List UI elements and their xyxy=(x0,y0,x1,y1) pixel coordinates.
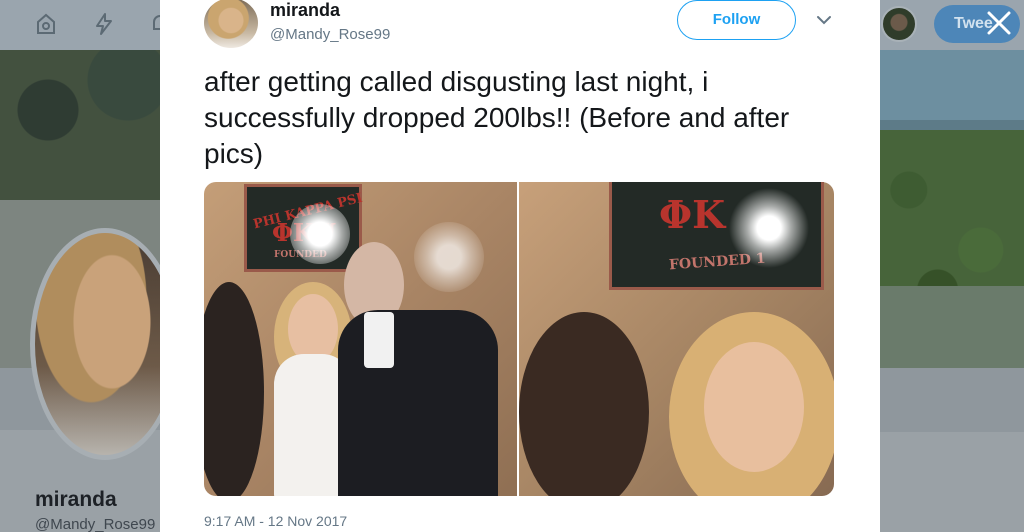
light-glare xyxy=(414,222,484,292)
light-glare xyxy=(290,204,350,264)
person-silhouette xyxy=(204,282,264,496)
tweet-timestamp[interactable]: 9:17 AM - 12 Nov 2017 xyxy=(204,513,347,529)
chevron-down-icon[interactable] xyxy=(816,12,832,28)
home-icon[interactable] xyxy=(34,12,58,36)
close-icon[interactable] xyxy=(984,8,1014,38)
background-profile-name: miranda xyxy=(35,488,117,511)
shirt xyxy=(364,312,394,368)
fence-decoration xyxy=(880,286,1024,368)
follow-button[interactable]: Follow xyxy=(677,0,796,40)
light-glare xyxy=(729,188,809,268)
background-profile-handle: @Mandy_Rose99 xyxy=(35,516,156,532)
trees-decoration xyxy=(0,50,160,200)
person-face xyxy=(704,342,804,472)
person-silhouette xyxy=(519,312,649,496)
account-avatar[interactable] xyxy=(881,6,917,42)
sign-text-line1: ΦΚ xyxy=(659,192,726,237)
tweet-modal: miranda @Mandy_Rose99 Follow after getti… xyxy=(160,0,880,532)
tweet-media: PHI KAPPA PSI ΦΚΨ FOUNDED ΦΚ FOUNDED 1 xyxy=(204,182,834,496)
author-screen-name[interactable]: @Mandy_Rose99 xyxy=(270,26,390,43)
background-profile-avatar xyxy=(30,228,180,460)
person-suit xyxy=(338,310,498,496)
lightning-icon[interactable] xyxy=(92,12,116,36)
sky-decoration xyxy=(880,50,1024,120)
tweet-text: after getting called disgusting last nig… xyxy=(204,66,790,169)
background-right-panel-lower xyxy=(880,432,1024,532)
avatar[interactable] xyxy=(204,0,258,48)
tweet-photo-before[interactable]: PHI KAPPA PSI ΦΚΨ FOUNDED xyxy=(204,182,517,496)
author-display-name[interactable]: miranda xyxy=(270,0,340,21)
tweet-photo-after[interactable]: ΦΚ FOUNDED 1 xyxy=(519,182,834,496)
background-header-photo-right xyxy=(880,50,1024,368)
